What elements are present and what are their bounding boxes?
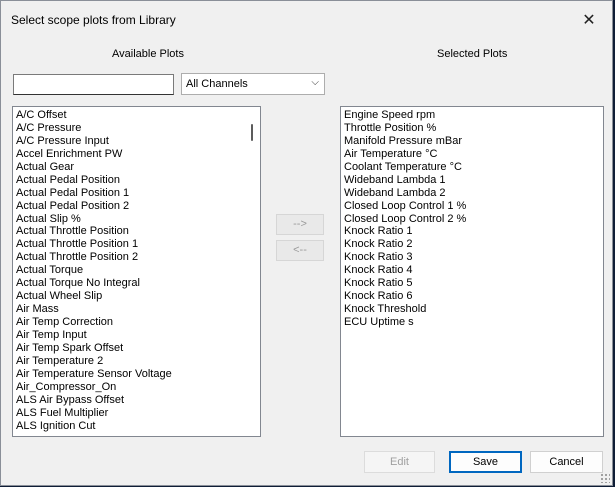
list-item[interactable]: Knock Ratio 3 xyxy=(341,251,603,264)
list-item[interactable]: Air Mass xyxy=(13,303,260,316)
list-item[interactable]: Actual Gear xyxy=(13,161,260,174)
list-item[interactable]: Closed Loop Control 1 % xyxy=(341,200,603,213)
cancel-button[interactable]: Cancel xyxy=(530,451,603,473)
list-item[interactable]: Knock Ratio 6 xyxy=(341,290,603,303)
channel-filter-dropdown[interactable]: All Channels ⌵ xyxy=(181,73,325,95)
list-item[interactable]: ALS Fuel Multiplier xyxy=(13,407,260,420)
list-item[interactable]: Engine Speed rpm xyxy=(341,109,603,122)
list-item[interactable]: Knock Ratio 1 xyxy=(341,225,603,238)
list-item[interactable]: Wideband Lambda 2 xyxy=(341,187,603,200)
list-item[interactable]: Air Temp Spark Offset xyxy=(13,342,260,355)
chevron-down-icon: ⌵ xyxy=(311,77,319,88)
list-item[interactable]: ECU Uptime s xyxy=(341,316,603,329)
list-item[interactable]: Air Temperature Sensor Voltage xyxy=(13,368,260,381)
list-item[interactable]: Actual Throttle Position xyxy=(13,225,260,238)
list-item[interactable]: Air Temperature 2 xyxy=(13,355,260,368)
selected-plots-heading: Selected Plots xyxy=(437,48,508,60)
list-item[interactable]: Air Temp Input xyxy=(13,329,260,342)
list-item[interactable]: Actual Throttle Position 1 xyxy=(13,238,260,251)
list-item[interactable]: Accel Enrichment PW xyxy=(13,148,260,161)
list-item[interactable]: Coolant Temperature °C xyxy=(341,161,603,174)
list-item[interactable]: Wideband Lambda 1 xyxy=(341,174,603,187)
selected-plots-list[interactable]: Engine Speed rpm Throttle Position % Manif… xyxy=(340,106,604,437)
list-item[interactable]: Actual Wheel Slip xyxy=(13,290,260,303)
list-item[interactable]: ALS Air Bypass Offset xyxy=(13,394,260,407)
edit-button[interactable]: Edit xyxy=(364,451,435,473)
list-item[interactable]: Actual Pedal Position xyxy=(13,174,260,187)
list-item[interactable]: Actual Torque No Integral xyxy=(13,277,260,290)
available-list-scrollbar[interactable] xyxy=(245,107,260,436)
list-item[interactable]: Actual Throttle Position 2 xyxy=(13,251,260,264)
list-item[interactable]: A/C Offset xyxy=(13,109,260,122)
list-item[interactable]: Knock Ratio 5 xyxy=(341,277,603,290)
list-item[interactable]: Actual Pedal Position 1 xyxy=(13,187,260,200)
scrollbar-thumb[interactable] xyxy=(251,124,253,141)
list-item[interactable]: Air Temp Correction xyxy=(13,316,260,329)
remove-plot-button[interactable]: <-- xyxy=(276,240,324,261)
list-item[interactable]: Knock Threshold xyxy=(341,303,603,316)
close-icon: ✕ xyxy=(582,12,596,29)
title-bar[interactable]: Select scope plots from Library ✕ xyxy=(1,1,612,39)
available-plots-heading: Available Plots xyxy=(112,48,184,60)
list-item[interactable]: Air Temperature °C xyxy=(341,148,603,161)
available-plots-list[interactable]: A/C Offset A/C Pressure A/C Pressure Input… xyxy=(12,106,261,437)
save-button[interactable]: Save xyxy=(449,451,522,473)
list-item[interactable]: Actual Torque xyxy=(13,264,260,277)
add-plot-button[interactable]: --> xyxy=(276,214,324,235)
list-item[interactable]: Knock Ratio 2 xyxy=(341,238,603,251)
close-button[interactable]: ✕ xyxy=(566,1,612,39)
list-item[interactable]: Throttle Position % xyxy=(341,122,603,135)
dialog-title: Select scope plots from Library xyxy=(11,13,176,27)
list-item[interactable]: Closed Loop Control 2 % xyxy=(341,213,603,226)
search-input[interactable] xyxy=(13,74,174,95)
channel-filter-value: All Channels xyxy=(186,78,248,90)
list-item[interactable]: Actual Slip % xyxy=(13,213,260,226)
list-item[interactable]: A/C Pressure xyxy=(13,122,260,135)
list-item[interactable]: Knock Ratio 4 xyxy=(341,264,603,277)
list-item[interactable]: Actual Pedal Position 2 xyxy=(13,200,260,213)
list-item[interactable]: A/C Pressure Input xyxy=(13,135,260,148)
resize-grip[interactable] xyxy=(600,473,610,483)
list-item[interactable]: Manifold Pressure mBar xyxy=(341,135,603,148)
library-dialog: Select scope plots from Library ✕ Availa… xyxy=(0,0,613,486)
list-item[interactable]: Air_Compressor_On xyxy=(13,381,260,394)
list-item[interactable]: ALS Ignition Cut xyxy=(13,420,260,433)
